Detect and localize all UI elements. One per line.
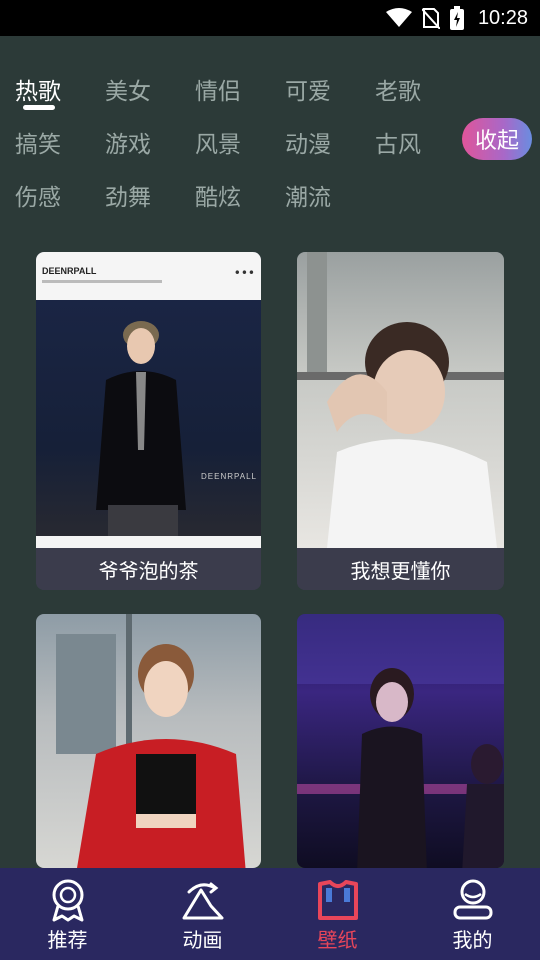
tag-dance[interactable]: 劲舞 <box>105 178 151 212</box>
collapse-button[interactable]: 收起 <box>462 118 532 160</box>
tag-cool[interactable]: 酷炫 <box>195 178 241 212</box>
nav-wallpaper[interactable]: 壁纸 <box>270 868 405 960</box>
active-tag-indicator <box>23 105 55 110</box>
tag-scenery[interactable]: 风景 <box>195 125 241 159</box>
medal-icon <box>52 879 83 922</box>
tag-hot-songs[interactable]: 热歌 <box>15 72 61 106</box>
nav-label: 推荐 <box>47 928 88 952</box>
wifi-icon <box>385 8 412 27</box>
wallpaper-thumbnail: DEENRPALL ••• DEENRPALL <box>36 252 261 548</box>
tag-funny[interactable]: 搞笑 <box>15 125 61 159</box>
sim-no-signal-icon <box>421 8 440 29</box>
tag-beauty[interactable]: 美女 <box>105 72 151 106</box>
tag-trend[interactable]: 潮流 <box>285 178 331 212</box>
battery-charging-icon <box>449 6 464 30</box>
wallpaper-caption: 爷爷泡的茶 <box>36 548 261 590</box>
wallpaper-card[interactable]: 我想更懂你 <box>297 252 504 590</box>
status-bar: 10:28 <box>0 0 540 36</box>
more-icon: ••• <box>233 266 255 280</box>
nav-label: 壁纸 <box>317 928 358 952</box>
tag-cute[interactable]: 可爱 <box>285 72 331 106</box>
wallpaper-card[interactable] <box>297 614 504 868</box>
wallpaper-thumbnail <box>297 252 504 548</box>
brand-logo: DEENRPALL <box>42 266 97 276</box>
wallpaper-thumbnail <box>297 614 504 868</box>
nav-label: 动画 <box>182 928 223 952</box>
wallpaper-caption: 我想更懂你 <box>297 548 504 590</box>
tag-couple[interactable]: 情侣 <box>195 72 241 106</box>
tag-ancient-style[interactable]: 古风 <box>375 125 421 159</box>
nav-recommend[interactable]: 推荐 <box>0 868 135 960</box>
wallpaper-shirt-icon <box>317 880 358 920</box>
profile-icon <box>453 879 492 920</box>
wallpaper-card[interactable]: DEENRPALL ••• DEENRPALL 爷爷泡的茶 <box>36 252 261 590</box>
animation-icon <box>182 882 223 920</box>
tag-old-songs[interactable]: 老歌 <box>375 72 421 106</box>
tag-anime[interactable]: 动漫 <box>285 125 331 159</box>
wallpaper-card[interactable] <box>36 614 261 868</box>
tag-game[interactable]: 游戏 <box>105 125 151 159</box>
nav-mine[interactable]: 我的 <box>405 868 540 960</box>
tag-sad[interactable]: 伤感 <box>15 178 61 212</box>
clock: 10:28 <box>477 6 528 29</box>
nav-label: 我的 <box>452 928 493 952</box>
watermark: DEENRPALL <box>201 472 257 481</box>
nav-animation[interactable]: 动画 <box>135 868 270 960</box>
wallpaper-thumbnail <box>36 614 261 868</box>
bottom-nav: 推荐 动画 壁纸 我的 <box>0 868 540 960</box>
